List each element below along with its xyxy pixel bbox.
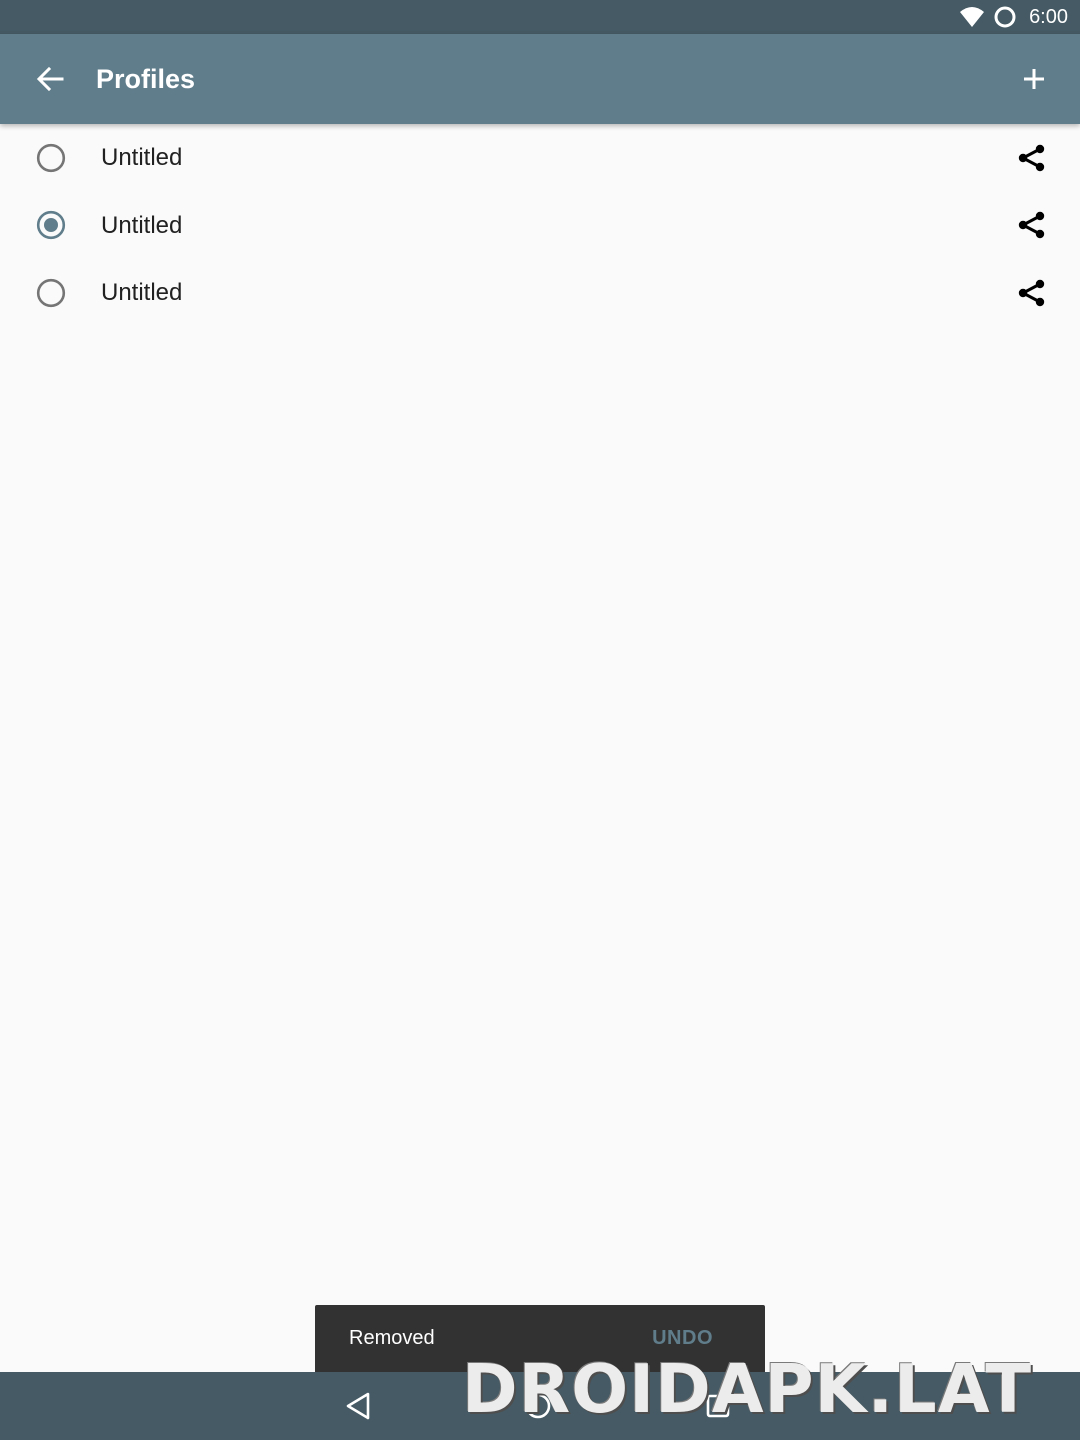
share-button[interactable] bbox=[1014, 207, 1050, 243]
share-icon bbox=[1018, 212, 1045, 239]
app-bar: Profiles bbox=[0, 34, 1080, 124]
sync-circle-icon bbox=[994, 6, 1016, 28]
back-triangle-icon bbox=[346, 1392, 370, 1420]
share-icon bbox=[1018, 279, 1045, 306]
share-button[interactable] bbox=[1014, 275, 1050, 311]
list-item[interactable]: Untitled bbox=[0, 259, 1080, 327]
radio-button-selected[interactable] bbox=[36, 210, 66, 240]
watermark: DROIDAPK.LAT bbox=[462, 1350, 1033, 1428]
back-button[interactable] bbox=[26, 55, 74, 103]
list-item[interactable]: Untitled bbox=[0, 124, 1080, 192]
plus-icon bbox=[1024, 69, 1044, 89]
status-icons: 6:00 bbox=[959, 0, 1068, 34]
add-profile-button[interactable] bbox=[1010, 55, 1058, 103]
share-icon bbox=[1018, 144, 1045, 171]
radio-button[interactable] bbox=[36, 278, 66, 308]
profile-label: Untitled bbox=[101, 211, 183, 239]
nav-back-button[interactable] bbox=[334, 1382, 382, 1430]
radio-button[interactable] bbox=[36, 143, 66, 173]
arrow-left-icon bbox=[36, 66, 64, 92]
profile-list: Untitled Untitled Untitled bbox=[0, 124, 1080, 327]
profile-label: Untitled bbox=[101, 279, 183, 306]
page-title: Profiles bbox=[96, 64, 196, 94]
snackbar-message: Removed bbox=[349, 1327, 435, 1349]
share-button[interactable] bbox=[1014, 140, 1050, 176]
profile-label: Untitled bbox=[101, 144, 183, 171]
wifi-icon bbox=[960, 7, 985, 27]
list-item[interactable]: Untitled bbox=[0, 192, 1080, 260]
status-bar: 6:00 bbox=[0, 0, 1080, 34]
status-time: 6:00 bbox=[1029, 5, 1068, 28]
